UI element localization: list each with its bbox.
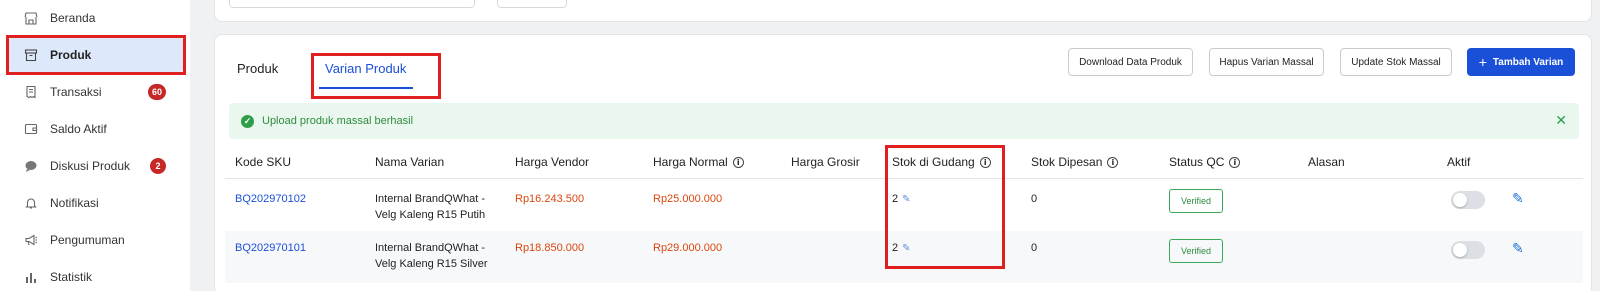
column-header-vendor: Harga Vendor xyxy=(515,155,589,169)
notification-badge: 60 xyxy=(147,84,166,100)
check-circle-icon: ✓ xyxy=(241,114,254,128)
variant-name-line: Internal BrandQWhat - xyxy=(375,242,486,254)
sidebar-item-label: Pengumuman xyxy=(50,233,125,247)
info-icon[interactable]: i xyxy=(1229,156,1241,168)
wallet-icon xyxy=(24,122,38,136)
sidebar-item-label: Transaksi xyxy=(50,85,102,99)
notification-badge: 2 xyxy=(150,158,166,174)
sidebar-item-label: Notifikasi xyxy=(50,196,99,210)
aktif-toggle[interactable] xyxy=(1451,191,1485,209)
status-qc-badge: Verified xyxy=(1169,189,1223,213)
megaphone-icon xyxy=(24,233,38,247)
sku-link[interactable]: BQ202970101 xyxy=(235,242,306,254)
button-label: Download Data Produk xyxy=(1079,56,1182,68)
tab-produk[interactable]: Produk xyxy=(237,61,278,76)
info-icon[interactable]: i xyxy=(732,156,744,168)
pencil-icon[interactable]: ✎ xyxy=(1512,190,1524,207)
header-label: Nama Varian xyxy=(375,155,445,169)
harga-normal: Rp25.000.000 xyxy=(653,193,723,205)
success-alert: ✓ Upload produk massal berhasil ✕ xyxy=(229,103,1579,139)
stok-dipesan: 0 xyxy=(1031,242,1038,254)
filter-button[interactable] xyxy=(497,0,567,8)
update-stok-massal-button[interactable]: Update Stok Massal xyxy=(1340,48,1452,76)
sidebar-item-pengumuman[interactable]: Pengumuman xyxy=(8,222,184,258)
column-header-grosir: Harga Grosir xyxy=(791,155,860,169)
variant-name-line: Velg Kaleng R15 Putih xyxy=(375,209,486,221)
header-label: Alasan xyxy=(1308,155,1345,169)
sidebar-item-label: Beranda xyxy=(50,11,96,25)
header-label: Status QC xyxy=(1169,155,1225,169)
store-icon xyxy=(24,11,38,25)
receipt-icon xyxy=(24,85,38,99)
column-header-sku: Kode SKU xyxy=(235,155,291,169)
close-icon[interactable]: ✕ xyxy=(1555,113,1567,127)
box-icon xyxy=(24,48,38,62)
sidebar-item-label: Saldo Aktif xyxy=(50,122,107,136)
download-data-produk-button[interactable]: Download Data Produk xyxy=(1068,48,1193,76)
variant-name: Internal BrandQWhat - Velg Kaleng R15 Pu… xyxy=(375,191,505,223)
button-label: Update Stok Massal xyxy=(1351,56,1441,68)
column-header-stok-dipesan: Stok Dipesan i xyxy=(1031,155,1119,169)
filter-card xyxy=(214,0,1592,22)
column-header-normal: Harga Normal i xyxy=(653,155,744,169)
plus-icon: + xyxy=(1478,54,1487,70)
aktif-toggle[interactable] xyxy=(1451,241,1485,259)
harga-vendor: Rp16.243.500 xyxy=(515,193,585,205)
header-label: Harga Grosir xyxy=(791,155,860,169)
variant-name: Internal BrandQWhat - Velg Kaleng R15 Si… xyxy=(375,240,505,272)
header-label: Harga Normal xyxy=(653,155,728,169)
tab-highlight-box xyxy=(311,53,441,99)
status-qc-badge: Verified xyxy=(1169,239,1223,263)
hapus-varian-massal-button[interactable]: Hapus Varian Massal xyxy=(1209,48,1324,76)
column-header-alasan: Alasan xyxy=(1308,155,1345,169)
chat-icon xyxy=(24,159,38,173)
button-label: Hapus Varian Massal xyxy=(1219,56,1314,68)
bell-icon xyxy=(24,196,38,210)
variant-name-line: Internal BrandQWhat - xyxy=(375,193,486,205)
alert-message: Upload produk massal berhasil xyxy=(262,115,414,127)
variant-name-line: Velg Kaleng R15 Silver xyxy=(375,258,488,270)
header-label: Kode SKU xyxy=(235,155,292,169)
header-label: Harga Vendor xyxy=(515,155,590,169)
column-header-status-qc: Status QC i xyxy=(1169,155,1241,169)
sidebar-item-label: Statistik xyxy=(50,270,93,284)
sidebar-item-notifikasi[interactable]: Notifikasi xyxy=(8,185,184,221)
tambah-varian-button[interactable]: + Tambah Varian xyxy=(1467,48,1575,76)
sku-link[interactable]: BQ202970102 xyxy=(235,193,306,205)
sidebar-item-saldo-aktif[interactable]: Saldo Aktif xyxy=(8,111,184,147)
column-header-aktif: Aktif xyxy=(1447,155,1470,169)
bar-chart-icon xyxy=(24,270,38,284)
sidebar-item-label: Diskusi Produk xyxy=(50,159,131,173)
search-input[interactable] xyxy=(229,0,475,8)
info-icon[interactable]: i xyxy=(1107,156,1119,168)
header-label: Stok Dipesan xyxy=(1031,155,1103,169)
sidebar-item-beranda[interactable]: Beranda xyxy=(8,0,184,36)
product-variant-card: Produk Varian Produk Download Data Produ… xyxy=(214,34,1592,291)
stok-dipesan: 0 xyxy=(1031,193,1038,205)
sidebar: Beranda Produk Transaksi 60 Saldo Aktif … xyxy=(0,0,190,291)
stok-gudang-highlight-box xyxy=(885,145,1005,269)
sidebar-item-transaksi[interactable]: Transaksi 60 xyxy=(8,74,184,110)
sidebar-item-label: Produk xyxy=(50,48,92,62)
sidebar-item-produk[interactable]: Produk xyxy=(6,35,186,75)
pencil-icon[interactable]: ✎ xyxy=(1512,240,1524,257)
harga-normal: Rp29.000.000 xyxy=(653,242,723,254)
button-label: Tambah Varian xyxy=(1492,56,1564,68)
header-label: Aktif xyxy=(1447,155,1471,169)
harga-vendor: Rp18.850.000 xyxy=(515,242,585,254)
column-header-nama: Nama Varian xyxy=(375,155,444,169)
sidebar-item-diskusi-produk[interactable]: Diskusi Produk 2 xyxy=(8,148,184,184)
sidebar-item-statistik[interactable]: Statistik xyxy=(8,259,184,291)
